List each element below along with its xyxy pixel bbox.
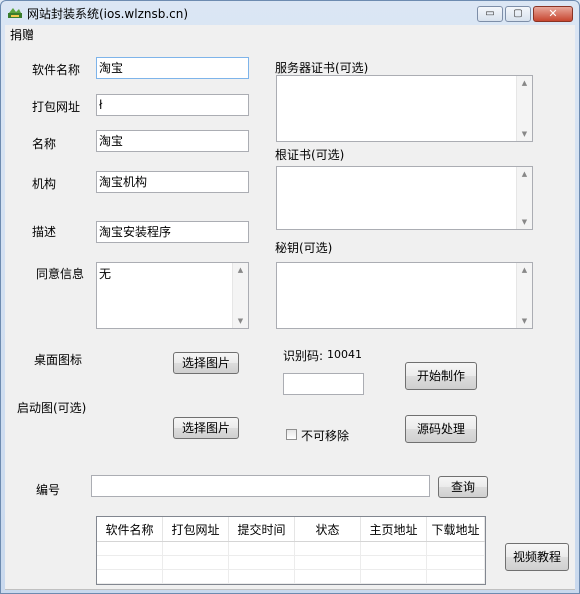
url-input[interactable]: ł: [96, 94, 249, 116]
column-header[interactable]: 打包网址: [162, 517, 229, 542]
scroll-down-icon[interactable]: ▼: [517, 127, 532, 141]
table-row[interactable]: [97, 555, 485, 570]
desc-label: 描述: [32, 225, 57, 239]
splash-label: 启动图(可选): [17, 401, 87, 415]
app-icon: [8, 8, 22, 18]
column-header[interactable]: 主页地址: [360, 517, 427, 542]
minimize-icon: ▭: [485, 8, 495, 19]
server-cert-label: 服务器证书(可选): [275, 61, 369, 75]
org-input[interactable]: 淘宝机构: [96, 171, 249, 193]
column-header[interactable]: 下载地址: [426, 517, 485, 542]
scroll-up-icon[interactable]: ▲: [517, 76, 532, 90]
main-panel: 软件名称 淘宝 打包网址 ł 名称 淘宝 机构 淘宝机构 描述 淘宝安装程序 同…: [5, 41, 575, 590]
number-input[interactable]: [91, 475, 430, 497]
scroll-up-icon[interactable]: ▲: [517, 167, 532, 181]
consent-text: 无: [99, 267, 112, 281]
name-input[interactable]: 淘宝: [96, 130, 249, 152]
non-removable-checkbox[interactable]: [286, 429, 297, 440]
title-bar[interactable]: 网站封装系统(ios.wlznsb.cn) ▭ ▢ ✕: [1, 1, 579, 25]
code-label: 识别码:: [283, 349, 324, 363]
video-tutorial-button[interactable]: 视频教程: [505, 543, 569, 571]
column-header[interactable]: 状态: [294, 517, 361, 542]
results-table: 软件名称 打包网址 提交时间 状态 主页地址 下载地址: [96, 516, 486, 585]
column-header[interactable]: 软件名称: [97, 517, 163, 542]
code-value: 10041: [327, 348, 362, 361]
consent-textarea[interactable]: 无 ▲ ▼: [96, 262, 249, 329]
url-label: 打包网址: [32, 100, 81, 114]
source-button[interactable]: 源码处理: [405, 415, 477, 443]
table-row[interactable]: [97, 541, 485, 556]
non-removable-label: 不可移除: [301, 429, 350, 443]
table-header-row: 软件名称 打包网址 提交时间 状态 主页地址 下载地址: [97, 517, 485, 542]
close-icon: ✕: [548, 7, 558, 20]
scroll-up-icon[interactable]: ▲: [233, 263, 248, 277]
column-header[interactable]: 提交时间: [228, 517, 295, 542]
select-desktop-icon-button[interactable]: 选择图片: [173, 352, 239, 374]
key-label: 秘钥(可选): [275, 241, 333, 255]
menu-bar: 捐赠: [5, 25, 575, 42]
start-button[interactable]: 开始制作: [405, 362, 477, 390]
close-button[interactable]: ✕: [533, 6, 573, 22]
root-cert-label: 根证书(可选): [275, 148, 345, 162]
scroll-up-icon[interactable]: ▲: [517, 263, 532, 277]
desc-input[interactable]: 淘宝安装程序: [96, 221, 249, 243]
query-button[interactable]: 查询: [438, 476, 488, 498]
app-name-input[interactable]: 淘宝: [96, 57, 249, 79]
minimize-button[interactable]: ▭: [477, 6, 503, 22]
scroll-down-icon[interactable]: ▼: [233, 314, 248, 328]
window-title: 网站封装系统(ios.wlznsb.cn): [27, 7, 189, 21]
number-label: 编号: [36, 483, 61, 497]
maximize-button[interactable]: ▢: [505, 6, 531, 22]
server-cert-scrollbar[interactable]: ▲ ▼: [516, 76, 532, 141]
key-textarea[interactable]: ▲ ▼: [276, 262, 533, 329]
consent-label: 同意信息: [36, 267, 85, 281]
code-input[interactable]: [283, 373, 364, 395]
key-scrollbar[interactable]: ▲ ▼: [516, 263, 532, 328]
select-splash-button[interactable]: 选择图片: [173, 417, 239, 439]
app-name-label: 软件名称: [32, 63, 81, 77]
root-cert-scrollbar[interactable]: ▲ ▼: [516, 167, 532, 229]
consent-scrollbar[interactable]: ▲ ▼: [232, 263, 248, 328]
org-label: 机构: [32, 177, 57, 191]
app-window: 网站封装系统(ios.wlznsb.cn) ▭ ▢ ✕ 捐赠 软件名称 淘宝 打…: [0, 0, 580, 594]
root-cert-textarea[interactable]: ▲ ▼: [276, 166, 533, 230]
name-label: 名称: [32, 137, 57, 151]
server-cert-textarea[interactable]: ▲ ▼: [276, 75, 533, 142]
scroll-down-icon[interactable]: ▼: [517, 314, 532, 328]
desktop-icon-label: 桌面图标: [34, 353, 83, 367]
maximize-icon: ▢: [513, 8, 523, 19]
table-row[interactable]: [97, 569, 485, 584]
scroll-down-icon[interactable]: ▼: [517, 215, 532, 229]
